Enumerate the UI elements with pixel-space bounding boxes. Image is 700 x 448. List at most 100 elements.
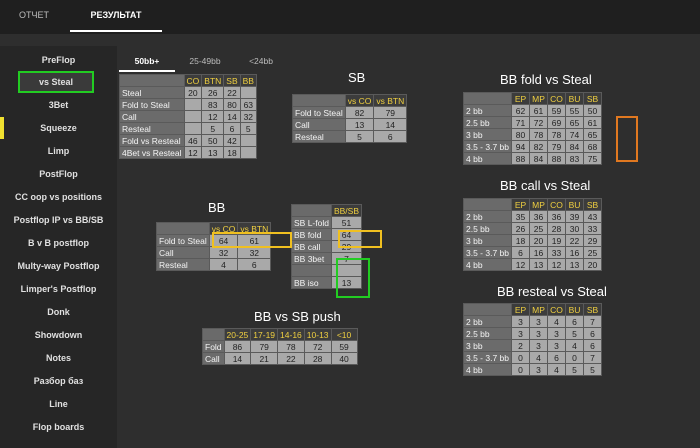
- table-cell: 33: [547, 246, 567, 259]
- bb-fold-table: EP MP CO BU SB 2 bb 62 61 59 55 50 2.5 bb 71 72 69 65 61…: [462, 92, 603, 165]
- sidebar-item-vs-steal[interactable]: vs Steal: [18, 71, 94, 93]
- header-row: vs CO vs BTN: [292, 94, 408, 107]
- sidebar-item-multiway[interactable]: Multy-way Postflop: [0, 255, 117, 277]
- row-label: 2 bb: [462, 315, 513, 328]
- sidebar-item-showdown[interactable]: Showdown: [0, 324, 117, 346]
- header-corner: [156, 222, 210, 235]
- sidebar-item-limpers-postflop[interactable]: Limper's Postflop: [0, 278, 117, 300]
- table-cell: 42: [223, 134, 241, 147]
- table-cell: 5: [201, 122, 225, 135]
- column-header: BU: [565, 303, 585, 316]
- table-cell: 39: [565, 210, 585, 223]
- sidebar-item-3bet[interactable]: 3Bet: [0, 94, 117, 116]
- table-row: 4Bet vs Resteal 12 13 18: [119, 146, 257, 159]
- table-row: BB fold 64: [291, 228, 363, 241]
- sidebar-item-razbor-baz[interactable]: Разбор баз: [0, 370, 117, 392]
- sidebar-item-flop-boards[interactable]: Flop boards: [0, 416, 117, 438]
- header-corner: [291, 204, 332, 217]
- table-cell: 78: [547, 128, 567, 141]
- table-cell: 61: [237, 234, 272, 247]
- top-tab-bar: ОТЧЕТ РЕЗУЛЬТАТ: [0, 0, 700, 34]
- table-cell: 50: [201, 134, 225, 147]
- row-label: Fold: [202, 340, 225, 353]
- row-label: BB iso: [291, 276, 332, 289]
- header-corner: [292, 94, 346, 107]
- bb-call-table: EP MP CO BU SB 2 bb 35 36 36 39 43 2.5 bb 26 25 28 30 33…: [462, 198, 603, 271]
- table-cell: 0: [511, 351, 531, 364]
- sidebar-item-postflop[interactable]: PostFlop: [0, 163, 117, 185]
- table-cell: 32: [237, 246, 272, 259]
- table-cell: 78: [277, 340, 305, 353]
- table-cell: 3: [529, 339, 549, 352]
- tab-report[interactable]: ОТЧЕТ: [6, 0, 62, 32]
- sidebar-item-donk[interactable]: Donk: [0, 301, 117, 323]
- table-cell: 62: [511, 104, 531, 117]
- column-header: 20-25: [223, 328, 252, 341]
- table-cell: 22: [277, 352, 305, 365]
- table-cell: 6: [373, 130, 408, 143]
- table-cell: 5: [344, 130, 375, 143]
- sidebar-item-line[interactable]: Line: [0, 393, 117, 415]
- table-cell: 29: [330, 240, 363, 253]
- row-label: 3 bb: [462, 339, 513, 352]
- table-cell: 12: [201, 110, 225, 123]
- table-row: Call 32 32: [156, 246, 272, 259]
- row-label: 3.5 - 3.7 bb: [462, 351, 513, 364]
- bb-sb-table: BB/SB SB L-fold 51 BB fold 64 BB call 29 BB 3be…: [291, 204, 363, 289]
- app-root: ОТЧЕТ РЕЗУЛЬТАТ PreFlop vs Steal 3Bet Sq…: [0, 0, 700, 448]
- table-cell: 22: [565, 234, 585, 247]
- header-corner: [462, 92, 513, 105]
- column-header: vs CO: [208, 222, 239, 235]
- table-cell: 22: [223, 86, 241, 99]
- tab-50bb-plus[interactable]: 50bb+: [119, 52, 175, 72]
- table-cell: 80: [223, 98, 241, 111]
- table-cell: [239, 134, 257, 147]
- column-header: SB: [583, 198, 603, 211]
- sidebar-item-squeeze[interactable]: Squeeze: [0, 117, 117, 139]
- row-label: 2 bb: [462, 210, 513, 223]
- table-cell: 75: [583, 152, 603, 165]
- highlight-sb-column: [616, 116, 638, 162]
- table-cell: [239, 86, 257, 99]
- header-corner: [119, 74, 185, 87]
- table-cell: 82: [344, 106, 375, 119]
- table-cell: 94: [511, 140, 531, 153]
- table-row: Fold to Steal 82 79: [292, 106, 408, 119]
- table-cell: 7: [583, 351, 603, 364]
- table-cell: [183, 98, 203, 111]
- table-cell: 50: [583, 104, 603, 117]
- column-header: BU: [565, 198, 585, 211]
- table-cell: 83: [565, 152, 585, 165]
- table-row: Call 13 14: [292, 118, 408, 131]
- sidebar-item-preflop[interactable]: PreFlop: [0, 49, 117, 71]
- table-cell: 3: [529, 363, 549, 376]
- row-label: 3 bb: [462, 128, 513, 141]
- row-label: BB 3bet: [291, 252, 332, 265]
- sidebar-item-notes[interactable]: Notes: [0, 347, 117, 369]
- table-cell: 26: [511, 222, 531, 235]
- table-cell: 18: [511, 234, 531, 247]
- row-label: 4 bb: [462, 363, 513, 376]
- bb-title: BB: [208, 200, 226, 215]
- sidebar-item-cc-oop[interactable]: CC oop vs positions: [0, 186, 117, 208]
- header-row: EP MP CO BU SB: [462, 92, 603, 105]
- sidebar-item-bvb-postflop[interactable]: B v B postflop: [0, 232, 117, 254]
- row-label: 3.5 - 3.7 bb: [462, 246, 513, 259]
- sidebar-item-limp[interactable]: Limp: [0, 140, 117, 162]
- tab-25-49bb[interactable]: 25-49bb: [179, 52, 231, 72]
- row-label: 3.5 - 3.7 bb: [462, 140, 513, 153]
- header-corner: [462, 198, 513, 211]
- table-row: Fold to Steal 64 61: [156, 234, 272, 247]
- column-header: CO: [183, 74, 203, 87]
- tab-result[interactable]: РЕЗУЛЬТАТ: [70, 0, 162, 32]
- row-label: 2.5 bb: [462, 327, 513, 340]
- tab-under-24bb[interactable]: <24bb: [239, 52, 283, 72]
- column-header: BB: [239, 74, 257, 87]
- table-cell: 21: [250, 352, 279, 365]
- table-cell: 4: [565, 339, 585, 352]
- header-corner: [462, 303, 513, 316]
- table-cell: 3: [529, 315, 549, 328]
- table-cell: 4: [547, 315, 567, 328]
- sidebar-item-postflop-ip[interactable]: Postflop IP vs BB/SB: [0, 209, 117, 231]
- column-header: EP: [511, 198, 531, 211]
